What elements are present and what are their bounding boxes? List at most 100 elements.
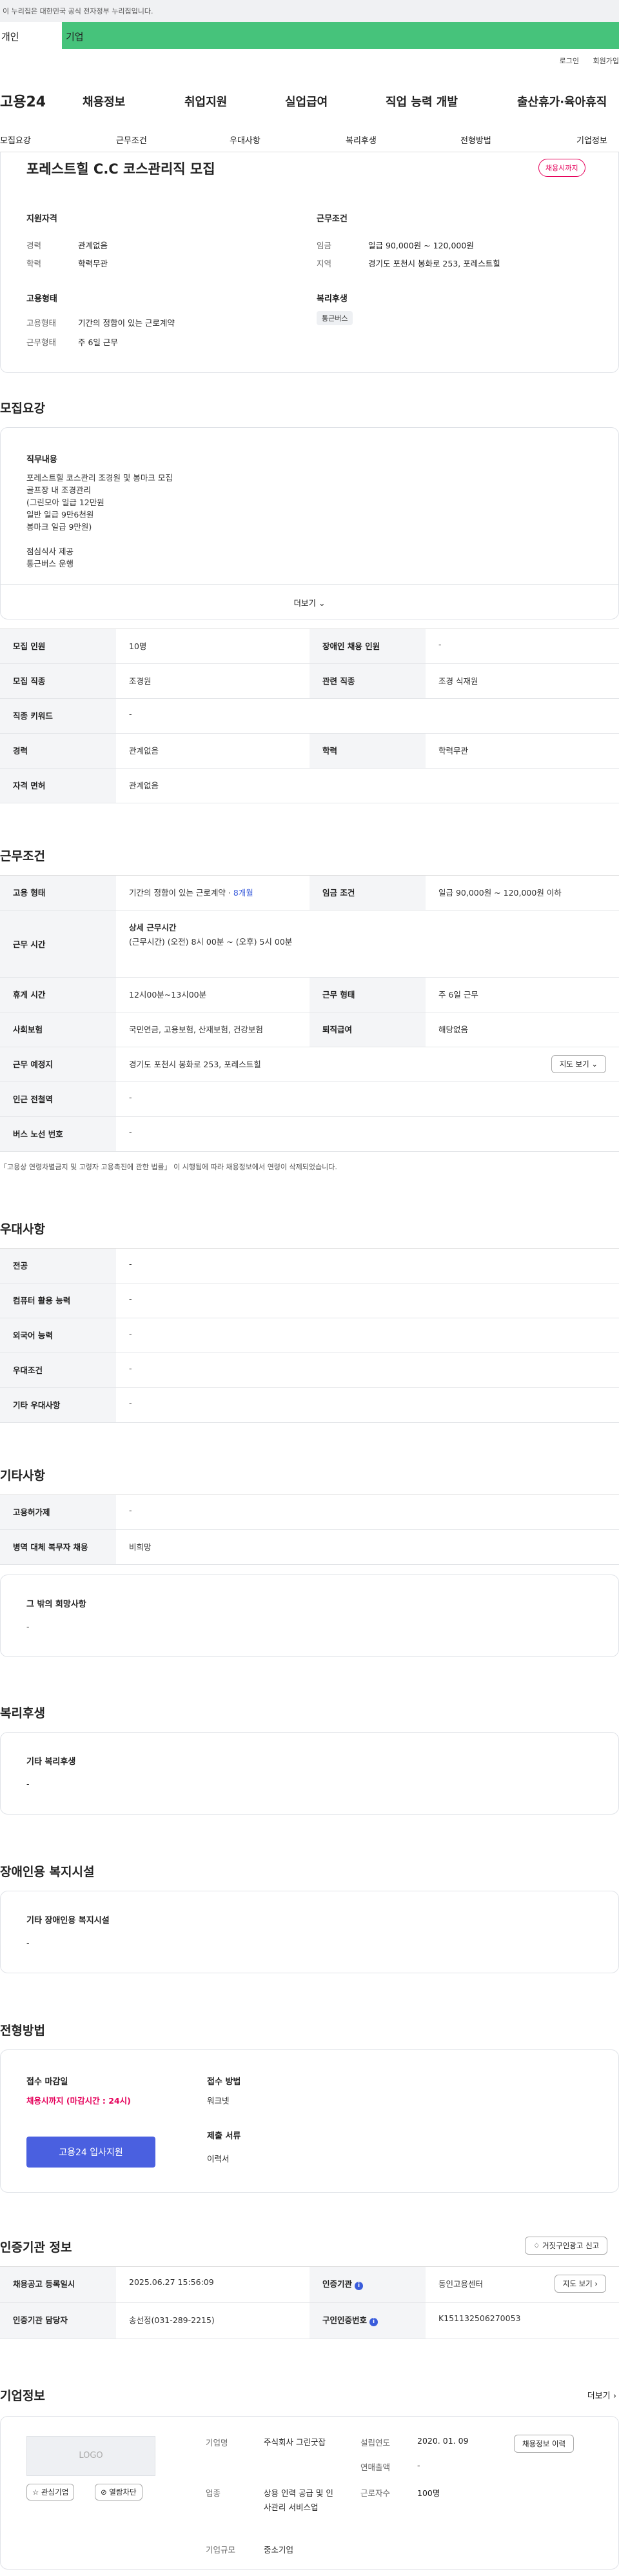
table-row: 모집 인원 10명 장애인 채용 인원 - (0, 629, 619, 664)
emp-key: 고용형태 (26, 318, 57, 328)
lnb-recruit[interactable]: 모집요강 (0, 134, 31, 146)
table-row: 외국어 능력 - (0, 1318, 619, 1353)
table-row: 전공 - (0, 1249, 619, 1283)
table-row: 버스 노선 번호 - (0, 1117, 619, 1152)
table-row: 직종 키워드 - (0, 699, 619, 734)
table-row: 고용허가제 - (0, 1495, 619, 1530)
lnb-process[interactable]: 전형방법 (460, 134, 491, 146)
preference-table: 전공 - 컴퓨터 활용 능력 - 외국어 능력 - 우대조건 - 기타 우대사항 - (0, 1248, 619, 1423)
sales-value: - (417, 2460, 420, 2470)
gnb-employment[interactable]: 취업지원 (184, 93, 227, 110)
deadline-value: 채용시까지 (마감시간 : 24시) (26, 2096, 131, 2106)
docs-value: 이력서 (207, 2154, 230, 2164)
etc-heading: 기타사항 (0, 1469, 45, 1483)
process-card: 접수 마감일 채용시까지 (마감시간 : 24시) 고용24 입사지원 접수 방… (0, 2049, 619, 2193)
site-logo[interactable]: 고용24 (0, 90, 46, 111)
region-value: 경기도 포천시 봉화로 253, 포레스트힐 (368, 259, 500, 268)
gnb-leave[interactable]: 출산휴가·육아휴직 (517, 93, 607, 110)
chevron-down-icon: ⌄ (591, 1060, 598, 1069)
block-icon: ⊘ (101, 2488, 107, 2497)
other-wish-card: 그 밖의 희망사항 - (0, 1575, 619, 1657)
login-link[interactable]: 로그인 (560, 57, 579, 65)
career-key: 경력 (26, 241, 42, 250)
favorite-button[interactable]: ☆ 관심기업 (26, 2484, 75, 2501)
table-row: 경력 관계없음 학력 학력무관 (0, 734, 619, 769)
emp-value: 기간의 정함이 있는 근로계약 (78, 318, 175, 328)
year-value: 2020. 01. 09 (417, 2436, 469, 2446)
year-key: 설립연도 (360, 2438, 391, 2448)
disabled-card-title: 기타 장애인용 복지시설 (26, 1916, 110, 1926)
table-row: 병역 대체 복무자 채용 비희망 (0, 1530, 619, 1565)
worktype-value: 주 6일 근무 (78, 337, 118, 347)
info-icon[interactable]: i (369, 2318, 378, 2326)
table-row: 우대조건 - (0, 1353, 619, 1388)
summary-card: 포레스트힐 C.C 코스관리직 모집 채용시까지 지원자격 경력 관계없음 학력… (0, 152, 619, 373)
conditions-heading: 근무조건 (0, 849, 45, 863)
table-row: 근무 시간 상세 근무시간 (근무시간) (오전) 8시 00분 ~ (오후) 5시… (0, 911, 619, 978)
lnb-company[interactable]: 기업정보 (576, 134, 607, 146)
conditions-table: 고용 형태 기간의 정함이 있는 근로계약 · 8개월 임금 조건 일급 90,000… (0, 875, 619, 1152)
welfare-card-title: 기타 복리후생 (26, 1757, 76, 1767)
table-row: 기타 우대사항 - (0, 1388, 619, 1423)
recruit-heading: 모집요강 (0, 401, 45, 416)
tab-company[interactable]: 기업 (62, 22, 619, 49)
disabled-card: 기타 장애인용 복지시설 - (0, 1891, 619, 1973)
company-heading: 기업정보 (0, 2389, 45, 2403)
gnb-jobs[interactable]: 채용정보 (83, 93, 125, 110)
welfare-heading: 복리후생 (0, 1706, 45, 1720)
company-name-key: 기업명 (206, 2438, 228, 2448)
company-name-value: 주식회사 그린굿잡 (264, 2437, 326, 2447)
other-wish-title: 그 밖의 희망사항 (26, 1600, 86, 1609)
block-button[interactable]: ⊘ 열람차단 (95, 2484, 142, 2501)
join-link[interactable]: 회원가입 (593, 57, 619, 65)
info-icon[interactable]: i (355, 2282, 364, 2290)
user-type-tabs: 개인 기업 (0, 22, 619, 49)
lnb-preference[interactable]: 우대사항 (230, 134, 260, 146)
map-button[interactable]: 지도 보기 ⌄ (551, 1055, 606, 1073)
company-more-link[interactable]: 더보기 › (587, 2389, 616, 2401)
tab-person[interactable]: 개인 (0, 22, 62, 49)
table-row: 컴퓨터 활용 능력 - (0, 1283, 619, 1318)
duty-card: 직무내용 포레스트힐 코스관리 조경원 및 봉마크 모집 골프장 내 조경관리 (그… (0, 427, 619, 619)
gnb-benefit[interactable]: 실업급여 (285, 93, 328, 110)
chevron-right-icon: › (613, 2391, 616, 2401)
company-card: LOGO ☆ 관심기업 ⊘ 열람차단 기업명 주식회사 그린굿잡 설립연도 20… (0, 2416, 619, 2570)
agency-table: 채용공고 등록일시 2025.06.27 15:56:09 인증기관 i 동인고용센터 … (0, 2266, 619, 2339)
job-title: 포레스트힐 C.C 코스관리직 모집 (26, 161, 215, 177)
table-row: 채용공고 등록일시 2025.06.27 15:56:09 인증기관 i 동인고용센터 … (0, 2267, 619, 2303)
method-key: 접수 방법 (207, 2077, 241, 2087)
process-heading: 전형방법 (0, 2024, 45, 2038)
agency-heading: 인증기관 정보 (0, 2240, 72, 2255)
agency-map-button[interactable]: 지도 보기 › (554, 2275, 606, 2293)
chevron-down-icon: ⌄ (319, 598, 326, 608)
hiring-history-button[interactable]: 채용정보 이력 (514, 2435, 575, 2453)
disabled-card-value: - (26, 1938, 30, 1947)
recruit-table: 모집 인원 10명 장애인 채용 인원 - 모집 직종 조경원 관련 직종 조경 식재원 직… (0, 629, 619, 803)
welfare-title: 복리후생 (317, 294, 348, 304)
gnb-training[interactable]: 직업 능력 개발 (386, 93, 458, 110)
worktype-key: 근무형태 (26, 337, 57, 347)
sales-key: 연매출액 (360, 2462, 391, 2472)
qualification-title: 지원자격 (26, 214, 57, 224)
duty-text: 포레스트힐 코스관리 조경원 및 봉마크 모집 골프장 내 조경관리 (그린모아 일… (26, 473, 173, 569)
table-row: 고용 형태 기간의 정함이 있는 근로계약 · 8개월 임금 조건 일급 90,000… (0, 876, 619, 911)
gov-notice: 이 누리집은 대한민국 공식 전자정부 누리집입니다. (3, 7, 153, 15)
table-row: 사회보험 국민연금, 고용보험, 산재보험, 건강보험 퇴직급여 해당없음 (0, 1012, 619, 1047)
more-button[interactable]: 더보기 ⌄ (1, 584, 618, 619)
table-row: 휴게 시간 12시00분~13시00분 근무 형태 주 6일 근무 (0, 978, 619, 1012)
lnb-welfare[interactable]: 복리후생 (346, 134, 377, 146)
region-key: 지역 (317, 259, 332, 268)
edu-key: 학력 (26, 259, 42, 268)
table-row: 모집 직종 조경원 관련 직종 조경 식재원 (0, 664, 619, 699)
apply-button[interactable]: 고용24 입사지원 (26, 2137, 155, 2168)
star-icon: ☆ (32, 2488, 39, 2497)
edu-value: 학력무관 (78, 259, 108, 268)
industry-key: 업종 (206, 2488, 221, 2498)
deadline-key: 접수 마감일 (26, 2077, 68, 2087)
other-wish-value: - (26, 1622, 30, 1631)
form-title: 고용형태 (26, 294, 57, 304)
report-button[interactable]: ♢ 거짓구인광고 신고 (525, 2237, 608, 2255)
duty-title: 직무내용 (26, 455, 57, 465)
size-value: 중소기업 (264, 2545, 294, 2555)
lnb-conditions[interactable]: 근무조건 (116, 134, 147, 146)
